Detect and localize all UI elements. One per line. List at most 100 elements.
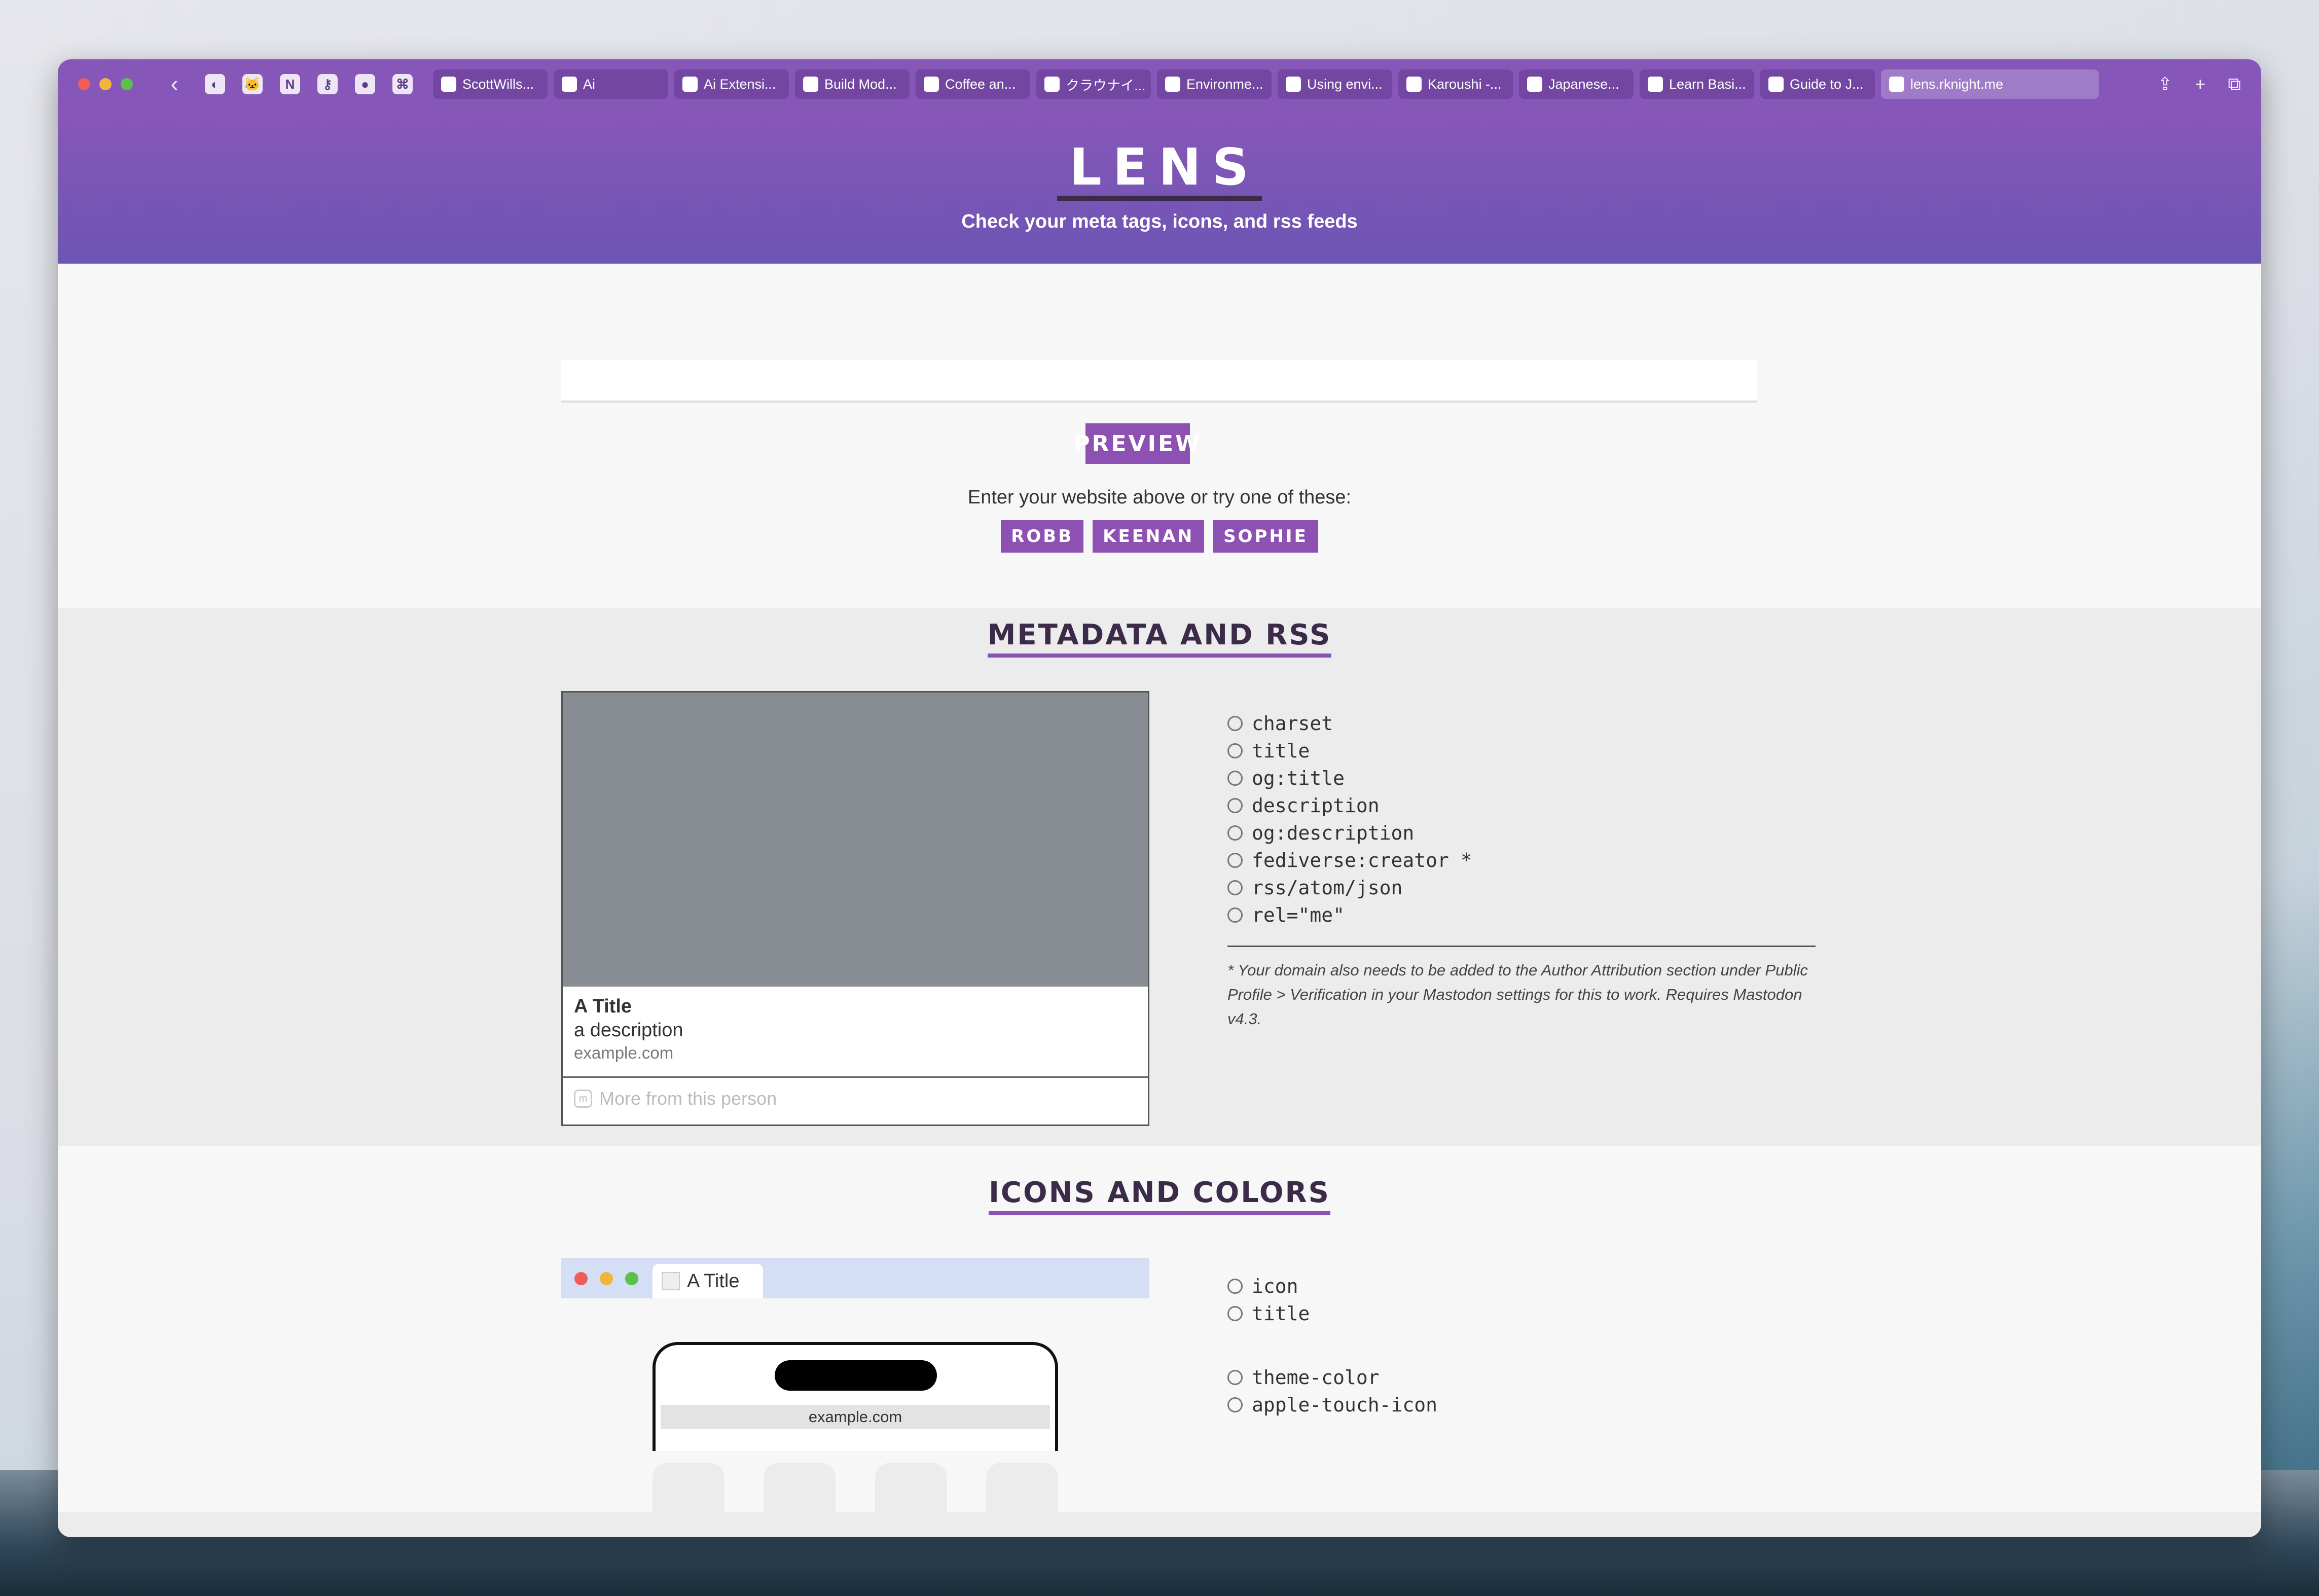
metadata-checklist: charset title og:title description og:de… [1227,710,1472,929]
check-item: title [1227,737,1472,765]
notion-icon[interactable]: N [280,74,300,94]
tab[interactable]: Environme... [1157,69,1272,99]
tab-label: Karoushi -... [1428,76,1502,92]
key-icon[interactable]: ⚷ [317,74,338,94]
status-circle-icon [1227,771,1243,786]
favicon-icon [1286,77,1301,92]
tab[interactable]: クラウナイ... [1036,69,1151,99]
sample-robb-button[interactable]: ROBB [1001,520,1084,553]
site-logo[interactable]: LENS [1057,140,1262,201]
extension-cat-icon[interactable]: 🐱 [242,74,263,94]
sample-keenan-button[interactable]: KEENAN [1093,520,1205,553]
minimize-window-button[interactable] [99,78,112,90]
favicon-placeholder-icon [662,1272,680,1290]
tab-label: ScottWills... [462,76,534,92]
status-circle-icon [1227,716,1243,731]
status-circle-icon [1227,743,1243,758]
tab[interactable]: Learn Basi... [1640,69,1754,99]
status-circle-icon [1227,880,1243,895]
favicon-icon [682,77,698,92]
status-circle-icon [1227,798,1243,813]
tab[interactable]: ScottWills... [433,69,548,99]
sidebar-icon[interactable]: ◐ [205,74,225,94]
tab[interactable]: Guide to J... [1760,69,1875,99]
mock-minimize-dot [600,1272,613,1285]
sample-sophie-button[interactable]: SOPHIE [1213,520,1318,553]
favicon-icon [1648,77,1663,92]
tab-label: Japanese... [1548,76,1619,92]
tab-label: Ai [583,76,596,92]
zoom-window-button[interactable] [121,78,133,90]
favicon-icon [441,77,456,92]
close-window-button[interactable] [78,78,90,90]
tab-label: Learn Basi... [1669,76,1746,92]
tab-label: lens.rknight.me [1910,76,2004,92]
flow-icon[interactable]: ⌘ [392,74,413,94]
back-icon[interactable]: ‹ [164,71,185,97]
tab[interactable]: Build Mod... [795,69,910,99]
check-item: description [1227,792,1472,819]
try-hint: Enter your website above or try one of t… [967,487,1352,508]
share-icon[interactable]: ⇪ [2157,74,2172,95]
check-label: og:title [1252,767,1345,789]
tab[interactable]: Using envi... [1278,69,1392,99]
toolbar-actions: ⇪ + ⧉ [2157,74,2241,95]
favicon-icon [1768,77,1784,92]
check-item: og:description [1227,819,1472,847]
tab[interactable]: Karoushi -... [1398,69,1513,99]
tab[interactable]: Ai [554,69,668,99]
favicon-icon [924,77,939,92]
record-icon[interactable]: ● [355,74,375,94]
website-url-input[interactable] [561,360,1757,403]
check-item: theme-color [1227,1364,1437,1391]
social-preview-card: A Title a description example.com m More… [561,691,1149,1126]
check-label: apple-touch-icon [1252,1394,1438,1416]
extension-icons: ◐ 🐱 N ⚷ ● ⌘ [205,74,413,94]
new-tab-icon[interactable]: + [2195,74,2205,95]
card-body: A Title a description example.com [563,987,1148,1078]
icons-section: ICONS AND COLORS A Title example.com ico… [58,1146,2261,1537]
mock-tab-title: A Title [687,1270,740,1292]
icons-heading-wrap: ICONS AND COLORS [58,1176,2261,1215]
status-circle-icon [1227,1279,1243,1294]
favicon-icon [803,77,818,92]
icons-checklist: icon title [1227,1273,1310,1327]
tab-active[interactable]: lens.rknight.me [1881,69,2099,99]
tab-label: Coffee an... [945,76,1016,92]
tab[interactable]: Coffee an... [916,69,1030,99]
metadata-heading: METADATA AND RSS [987,619,1332,658]
browser-toolbar: ‹ ◐ 🐱 N ⚷ ● ⌘ ScottWills... Ai Ai Extens… [58,59,2261,109]
status-circle-icon [1227,1370,1243,1385]
check-label: rss/atom/json [1252,877,1403,899]
check-label: charset [1252,712,1333,735]
mock-tab: A Title [653,1264,763,1298]
window-controls [78,78,133,90]
check-item: og:title [1227,765,1472,792]
tab-bar: ScottWills... Ai Ai Extensi... Build Mod… [433,69,2099,99]
check-item: rss/atom/json [1227,874,1472,901]
more-from-person-label: More from this person [599,1088,777,1109]
check-label: theme-color [1252,1366,1380,1389]
status-circle-icon [1227,908,1243,923]
tab[interactable]: Japanese... [1519,69,1634,99]
check-item: apple-touch-icon [1227,1391,1437,1419]
status-circle-icon [1227,825,1243,841]
site-header: LENS Check your meta tags, icons, and rs… [58,109,2261,264]
tab-label: Ai Extensi... [704,76,776,92]
check-label: rel="me" [1252,904,1345,926]
fediverse-footnote: * Your domain also needs to be added to … [1227,961,1808,1028]
favicon-icon [1165,77,1180,92]
colors-checklist: theme-color apple-touch-icon [1227,1364,1437,1419]
footnote-divider [1227,946,1816,947]
check-label: og:description [1252,822,1415,844]
check-label: fediverse:creator * [1252,849,1472,872]
tab-overview-icon[interactable]: ⧉ [2228,74,2241,95]
status-circle-icon [1227,853,1243,868]
check-item: title [1227,1300,1310,1327]
page-footer-strip [58,1512,2261,1537]
tab[interactable]: Ai Extensi... [674,69,789,99]
tab-label: Guide to J... [1790,76,1864,92]
preview-button[interactable]: PREVIEW [1073,423,1200,464]
mock-close-dot [574,1272,588,1285]
favicon-icon [562,77,577,92]
